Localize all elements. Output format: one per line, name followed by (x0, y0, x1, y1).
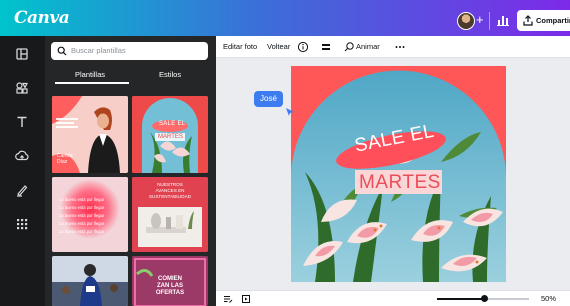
top-bar: Canva (0, 0, 570, 36)
more-options-icon[interactable] (394, 41, 406, 53)
zoom-slider-fill (437, 298, 484, 300)
left-rail (0, 36, 45, 306)
thumbnail-text: SALE EL (159, 121, 186, 127)
position-icon[interactable] (320, 41, 332, 53)
thumbnail-text: Lo bueno está por llegar (59, 221, 105, 226)
thumbnail-text: Lo bueno está por llegar (59, 229, 105, 234)
text-icon[interactable] (12, 112, 32, 132)
thumbnail-text: SUSTENTABILIDAD (148, 194, 192, 199)
search-placeholder: Buscar plantillas (71, 46, 126, 55)
template-thumbnail[interactable] (52, 256, 128, 306)
search-icon (57, 46, 67, 56)
canva-logo[interactable]: Canva (14, 8, 70, 28)
elements-icon[interactable] (12, 78, 32, 98)
timer-icon[interactable] (241, 294, 251, 304)
uploads-icon[interactable] (12, 146, 32, 166)
thumbnail-text: COMIEN (158, 276, 182, 282)
search-input[interactable]: Buscar plantillas (51, 42, 208, 60)
thumbnail-text: Lo bueno está por llegar (59, 205, 105, 210)
thumbnail-text: Lo bueno está por llegar (59, 197, 105, 202)
canva-editor: Canva + Compartir Buscar plantillas Plan… (0, 0, 570, 306)
upload-icon (523, 15, 533, 26)
collaborator-cursor-label: José (254, 91, 283, 107)
thumbnail-text: Díaz (57, 159, 68, 165)
thumbnail-text: ZAN LAS (157, 283, 183, 289)
share-label: Compartir (536, 16, 570, 25)
insights-icon[interactable] (494, 11, 512, 29)
cursor-pointer-icon (286, 108, 294, 116)
active-tab-indicator (55, 82, 129, 84)
design-headline-bottom[interactable]: MARTES (359, 172, 441, 194)
tab-styles[interactable]: Estilos (159, 70, 181, 79)
avatar[interactable] (457, 12, 475, 30)
flip-button[interactable]: Voltear (267, 42, 290, 51)
zoom-level[interactable]: 50% (541, 294, 556, 303)
notes-icon[interactable] (223, 294, 233, 304)
share-button[interactable]: Compartir (517, 10, 570, 31)
template-thumbnail[interactable]: Camila Díaz (52, 96, 128, 173)
template-thumbnail[interactable]: NUESTROS AVANCES EN SUSTENTABILIDAD (132, 177, 208, 252)
template-thumbnail[interactable]: Lo bueno está por llegar Lo bueno está p… (52, 177, 128, 252)
template-thumbnail[interactable]: SALE EL MARTES (132, 96, 208, 173)
thumbnail-text: OFERTAS (155, 290, 185, 296)
editor-toolbar: Editar foto Voltear Animar (216, 36, 570, 58)
zoom-slider-handle[interactable] (481, 295, 488, 302)
template-thumbnail[interactable]: COMIEN ZAN LAS OFERTAS (132, 256, 208, 306)
thumbnail-text: Lo bueno está por llegar (59, 213, 105, 218)
thumbnail-text: MARTES (158, 134, 183, 140)
edit-photo-button[interactable]: Editar foto (223, 42, 257, 51)
animate-button[interactable]: Animar (356, 42, 380, 51)
info-icon[interactable] (297, 41, 309, 53)
tab-templates[interactable]: Plantillas (75, 70, 105, 79)
animate-icon[interactable] (343, 41, 355, 53)
divider (489, 12, 490, 30)
apps-grid-icon[interactable] (12, 214, 32, 234)
templates-icon[interactable] (12, 44, 32, 64)
add-collaborator-icon[interactable]: + (476, 12, 484, 28)
draw-icon[interactable] (12, 180, 32, 200)
